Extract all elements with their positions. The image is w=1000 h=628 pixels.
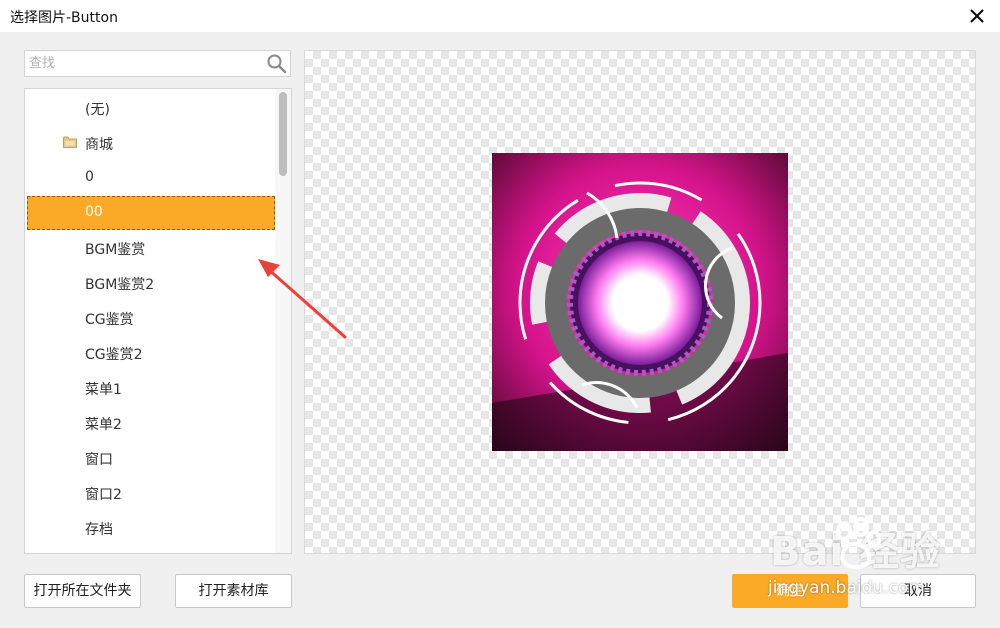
list-item-label: 存档: [85, 522, 113, 538]
open-library-button[interactable]: 打开素材库: [175, 574, 292, 608]
list-item-label: CG鉴赏: [85, 312, 134, 328]
list-item[interactable]: 菜单1: [27, 371, 275, 404]
folder-icon: [63, 136, 77, 148]
list-item[interactable]: 0: [27, 161, 275, 194]
list-item[interactable]: BGM鉴赏2: [27, 266, 275, 299]
list-item[interactable]: CG鉴赏2: [27, 336, 275, 369]
list-item-label: 菜单2: [85, 417, 122, 433]
list-item-label: 窗口: [85, 452, 113, 468]
list-item-label: CG鉴赏2: [85, 347, 143, 363]
list-item[interactable]: BGM鉴赏: [27, 231, 275, 264]
list-item[interactable]: CG鉴赏: [27, 301, 275, 334]
list-item[interactable]: 窗口: [27, 441, 275, 474]
list-scrollbar[interactable]: [275, 89, 291, 553]
list-item-label: 0: [85, 169, 94, 185]
image-preview: [304, 50, 976, 554]
search-input[interactable]: [25, 51, 267, 76]
list-item[interactable]: 存档: [27, 511, 275, 544]
list-item[interactable]: (无): [27, 91, 275, 124]
cancel-button[interactable]: 取消: [860, 574, 976, 608]
list-item-label: (无): [85, 102, 110, 118]
list-item[interactable]: 菜单2: [27, 406, 275, 439]
list-item-label: BGM鉴赏2: [85, 277, 155, 293]
window-title: 选择图片-Button: [10, 10, 118, 26]
scrollbar-thumb[interactable]: [279, 92, 287, 176]
close-icon[interactable]: [964, 3, 990, 29]
list-item-label: 商城: [85, 137, 113, 153]
list-item-label: BGM鉴赏: [85, 242, 146, 258]
preview-image: [492, 153, 788, 451]
list-item-label: 00: [85, 204, 103, 220]
list-item[interactable]: 窗口2: [27, 476, 275, 509]
list-item-label: 菜单1: [85, 382, 122, 398]
open-folder-button[interactable]: 打开所在文件夹: [24, 574, 141, 608]
search-icon[interactable]: [266, 53, 287, 74]
list-item-label: 窗口2: [85, 487, 122, 503]
list-item-folder[interactable]: 商城: [27, 126, 275, 159]
ok-button[interactable]: 确定: [732, 574, 848, 608]
search-box: [24, 50, 291, 77]
list-item-selected[interactable]: 00: [27, 196, 275, 230]
title-bar: 选择图片-Button: [0, 0, 1000, 32]
image-list[interactable]: (无) 商城 0 00 BGM鉴赏 BGM鉴赏2 CG鉴赏 CG鉴赏2 菜单1 …: [24, 88, 292, 554]
